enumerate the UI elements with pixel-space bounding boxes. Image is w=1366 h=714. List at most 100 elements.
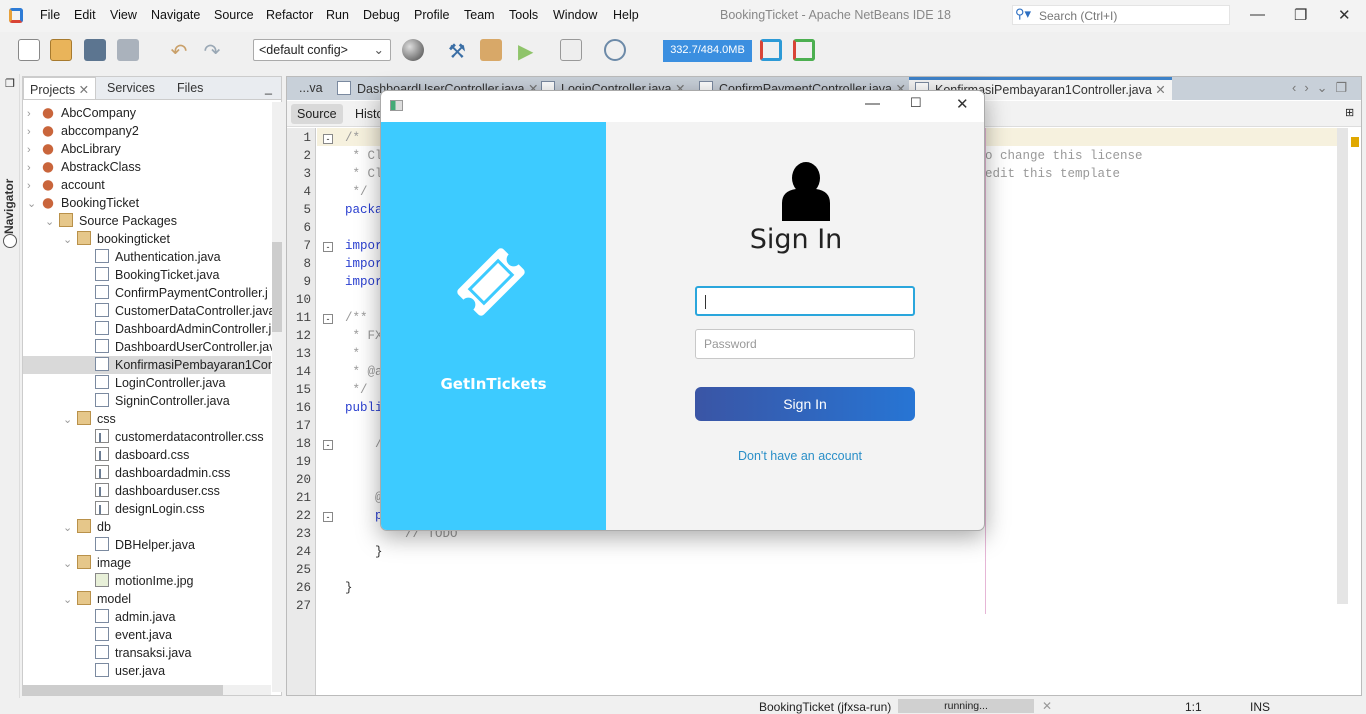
new-file-button[interactable] xyxy=(18,39,40,61)
tree-item[interactable]: customerdatacontroller.css xyxy=(23,428,271,446)
menu-source[interactable]: Source xyxy=(214,8,254,22)
tree-item[interactable]: ⌄ image xyxy=(23,554,271,572)
tab-projects[interactable]: Projects ✕ xyxy=(23,77,97,99)
tree-item[interactable]: dashboarduser.css xyxy=(23,482,271,500)
tree-item[interactable]: KonfirmasiPembayaran1Con xyxy=(23,356,275,374)
profiler-snapshot-icon[interactable] xyxy=(760,39,782,61)
restore-icon[interactable]: ❐ xyxy=(5,77,15,90)
username-input[interactable] xyxy=(695,286,915,316)
config-select[interactable]: <default config> ⌄ xyxy=(253,39,391,61)
expand-toggle-icon[interactable]: ⌄ xyxy=(27,195,41,213)
source-tab[interactable]: Source xyxy=(291,104,343,124)
cancel-task-icon[interactable]: ✕ xyxy=(1042,699,1052,713)
minimize-panel-button[interactable]: _ xyxy=(259,77,278,99)
expand-toggle-icon[interactable]: ⌄ xyxy=(63,591,77,609)
menu-refactor[interactable]: Refactor xyxy=(266,8,313,22)
new-project-button[interactable] xyxy=(50,39,72,61)
memory-indicator[interactable]: 332.7/484.0MB xyxy=(663,40,752,62)
menu-tools[interactable]: Tools xyxy=(509,8,538,22)
menu-run[interactable]: Run xyxy=(326,8,349,22)
tree-hscrollbar[interactable] xyxy=(23,685,271,695)
tree-scrollbar[interactable] xyxy=(272,102,282,692)
menu-debug[interactable]: Debug xyxy=(363,8,400,22)
fold-toggle-icon[interactable]: - xyxy=(323,242,333,252)
tree-item[interactable]: ⌄ BookingTicket xyxy=(23,194,271,212)
tab-navigation-icons[interactable]: ‹›⌄❐ xyxy=(1292,80,1355,96)
profiler-stop-icon[interactable] xyxy=(793,39,815,61)
dialog-close-button[interactable]: ✕ xyxy=(956,95,969,113)
menu-file[interactable]: File xyxy=(40,8,60,22)
tree-item[interactable]: › AbcCompany xyxy=(23,104,271,122)
tree-item[interactable]: event.java xyxy=(23,626,271,644)
expand-toggle-icon[interactable]: › xyxy=(27,159,41,177)
maximize-button[interactable]: ❐ xyxy=(1294,6,1307,24)
expand-toggle-icon[interactable]: ⌄ xyxy=(45,213,59,231)
tree-item[interactable]: › account xyxy=(23,176,271,194)
expand-toggle-icon[interactable]: ⌄ xyxy=(63,555,77,573)
tree-item[interactable]: ConfirmPaymentController.j xyxy=(23,284,271,302)
tree-item[interactable]: designLogin.css xyxy=(23,500,271,518)
tree-item[interactable]: ⌄ bookingticket xyxy=(23,230,271,248)
tree-item[interactable]: ⌄ css xyxy=(23,410,271,428)
tree-item[interactable]: dashboardadmin.css xyxy=(23,464,271,482)
tree-item[interactable]: DashboardAdminController.j xyxy=(23,320,271,338)
expand-toggle-icon[interactable]: › xyxy=(27,177,41,195)
tree-item[interactable]: LoginController.java xyxy=(23,374,271,392)
menu-help[interactable]: Help xyxy=(613,8,639,22)
debug-icon[interactable] xyxy=(560,39,582,61)
editor-tab[interactable]: ...va xyxy=(293,77,329,100)
menu-window[interactable]: Window xyxy=(553,8,597,22)
search-input[interactable]: ⚲▾ Search (Ctrl+I) xyxy=(1012,5,1230,25)
clean-build-icon[interactable] xyxy=(480,39,502,61)
tree-item[interactable]: › abccompany2 xyxy=(23,122,271,140)
tree-item[interactable]: ⌄ db xyxy=(23,518,271,536)
progress-bar[interactable]: running... xyxy=(898,699,1034,713)
tab-services[interactable]: Services xyxy=(101,77,161,99)
tree-item[interactable]: › AbstrackClass xyxy=(23,158,271,176)
tree-item[interactable]: › AbcLibrary xyxy=(23,140,271,158)
tree-item[interactable]: ⌄ Source Packages xyxy=(23,212,271,230)
expand-toggle-icon[interactable]: › xyxy=(27,123,41,141)
tab-files[interactable]: Files xyxy=(171,77,209,99)
password-input[interactable]: Password xyxy=(695,329,915,359)
run-icon[interactable]: ▶ xyxy=(518,39,540,63)
fold-toggle-icon[interactable]: - xyxy=(323,314,333,324)
redo-icon[interactable]: ↷ xyxy=(201,39,223,63)
signin-button[interactable]: Sign In xyxy=(695,387,915,421)
open-project-button[interactable] xyxy=(84,39,106,61)
navigator-tab[interactable]: Navigator xyxy=(2,179,16,234)
fold-toggle-icon[interactable]: - xyxy=(323,440,333,450)
menu-navigate[interactable]: Navigate xyxy=(151,8,200,22)
fold-toggle-icon[interactable]: - xyxy=(323,134,333,144)
editor-scrollbar[interactable] xyxy=(1337,128,1348,604)
expand-toggle-icon[interactable]: › xyxy=(27,105,41,123)
minimize-button[interactable]: — xyxy=(1250,6,1265,23)
tree-item[interactable]: user.java xyxy=(23,662,271,680)
menu-view[interactable]: View xyxy=(110,8,137,22)
expand-toggle-icon[interactable]: › xyxy=(27,141,41,159)
dialog-maximize-button[interactable]: ☐ xyxy=(910,95,922,111)
close-button[interactable]: ✕ xyxy=(1338,6,1351,24)
menu-team[interactable]: Team xyxy=(464,8,495,22)
split-icon[interactable]: ⊞ xyxy=(1345,106,1354,119)
fold-toggle-icon[interactable]: - xyxy=(323,512,333,522)
save-all-button[interactable] xyxy=(117,39,139,61)
register-link[interactable]: Don't have an account xyxy=(606,449,984,463)
tree-item[interactable]: BookingTicket.java xyxy=(23,266,271,284)
menu-edit[interactable]: Edit xyxy=(74,8,96,22)
globe-icon[interactable] xyxy=(402,39,424,61)
profile-icon[interactable] xyxy=(604,39,626,61)
tree-item[interactable]: DashboardUserController.jav xyxy=(23,338,276,356)
menu-profile[interactable]: Profile xyxy=(414,8,449,22)
tree-item[interactable]: admin.java xyxy=(23,608,271,626)
tree-item[interactable]: transaksi.java xyxy=(23,644,271,662)
build-hammer-icon[interactable]: ⚒ xyxy=(446,39,468,63)
expand-toggle-icon[interactable]: ⌄ xyxy=(63,231,77,249)
tree-item[interactable]: dasboard.css xyxy=(23,446,271,464)
undo-icon[interactable]: ↶ xyxy=(168,39,190,63)
expand-toggle-icon[interactable]: ⌄ xyxy=(63,411,77,429)
dialog-minimize-button[interactable]: — xyxy=(865,95,880,112)
tree-item[interactable]: DBHelper.java xyxy=(23,536,271,554)
tree-item[interactable]: CustomerDataController.java xyxy=(23,302,276,320)
tree-item[interactable]: SigninController.java xyxy=(23,392,271,410)
